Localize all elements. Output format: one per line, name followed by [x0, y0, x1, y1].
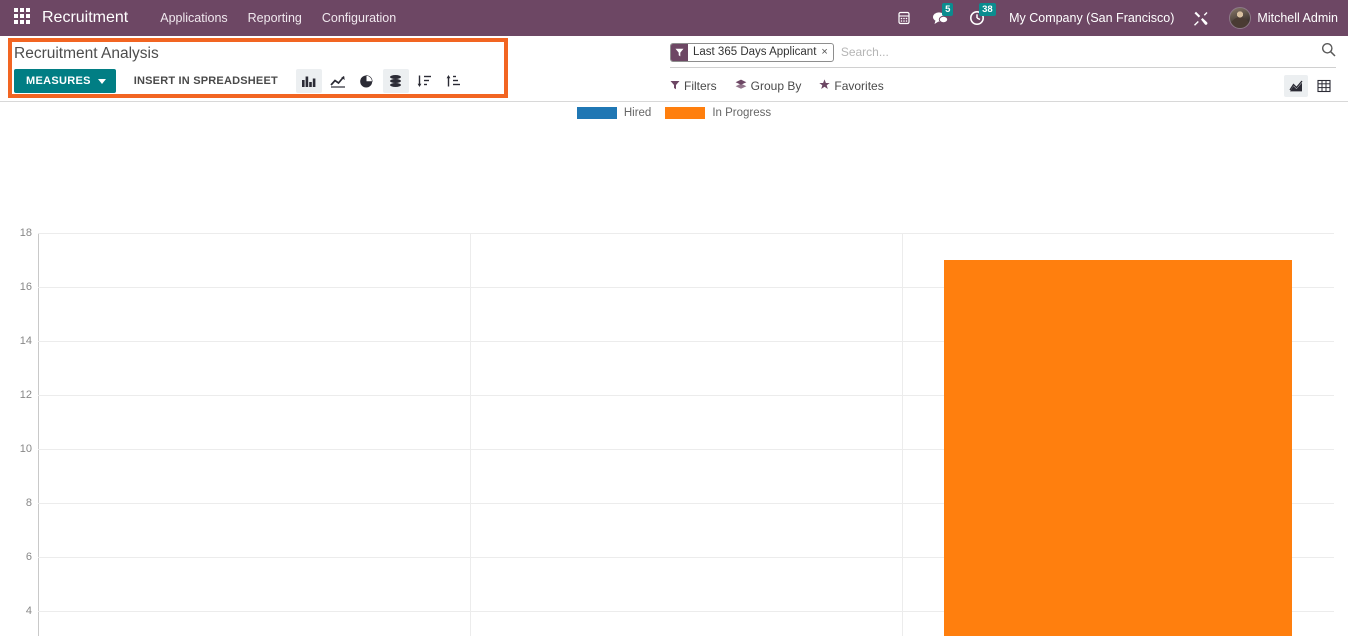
pie-chart-icon[interactable]: [354, 69, 380, 93]
activities-badge: 38: [979, 3, 996, 16]
menu-item-configuration[interactable]: Configuration: [312, 5, 406, 31]
voip-phone-icon[interactable]: [896, 10, 912, 26]
legend-item-hired[interactable]: Hired: [576, 107, 652, 119]
legend-swatch-in-progress: [665, 107, 706, 119]
bar-segment[interactable]: [944, 260, 1292, 636]
y-axis-tick-label: 10: [19, 443, 32, 455]
legend-label-in-progress: In Progress: [712, 107, 772, 119]
filters-label: Filters: [684, 78, 717, 93]
top-navbar: Recruitment Applications Reporting Confi…: [0, 0, 1348, 36]
category-separator: [902, 233, 903, 636]
pivot-view-icon[interactable]: [1312, 75, 1336, 97]
apps-menu-icon[interactable]: [14, 8, 34, 28]
y-axis-tick-label: 14: [19, 335, 32, 347]
legend-item-in-progress[interactable]: In Progress: [665, 107, 771, 119]
chart-type-buttons: [295, 69, 470, 93]
activities-clock-icon[interactable]: 38: [969, 3, 996, 26]
avatar[interactable]: [1229, 7, 1252, 29]
control-panel-left: Recruitment Analysis MEASURES INSERT IN …: [0, 36, 660, 101]
filter-funnel-icon: [671, 43, 688, 61]
graph-view: Hired In Progress 024681012141618 Facebo…: [0, 102, 1348, 636]
filters-row: Filters Group By Favorites: [670, 68, 1336, 97]
y-axis-line: [38, 233, 39, 636]
search-facet[interactable]: Last 365 Days Applicant ×: [670, 42, 834, 62]
search-row: Last 365 Days Applicant ×: [670, 42, 1336, 68]
page-title: Recruitment Analysis: [14, 45, 159, 62]
group-by-dropdown[interactable]: Group By: [735, 78, 802, 93]
search-input[interactable]: [833, 45, 1315, 59]
remove-facet-icon[interactable]: ×: [820, 46, 832, 58]
chart-legend: Hired In Progress: [0, 107, 1348, 119]
favorites-dropdown[interactable]: Favorites: [819, 78, 884, 93]
search-facet-label: Last 365 Days Applicant: [693, 46, 817, 58]
sort-ascending-icon[interactable]: [441, 69, 467, 93]
legend-swatch-hired: [576, 107, 617, 119]
category-separator: [470, 233, 471, 636]
y-axis-tick-label: 18: [19, 227, 32, 239]
control-panel-buttons: MEASURES INSERT IN SPREADSHEET: [14, 69, 660, 93]
developer-tools-icon[interactable]: [1192, 10, 1209, 27]
search-icon[interactable]: [1315, 42, 1336, 62]
measures-button[interactable]: MEASURES: [14, 69, 116, 93]
y-axis-tick-label: 16: [19, 281, 32, 293]
search-panel: Last 365 Days Applicant × Filters Group …: [660, 36, 1348, 101]
y-axis-tick-label: 8: [25, 497, 32, 509]
bar-chart-icon[interactable]: [295, 69, 322, 93]
gridline: [38, 233, 1334, 234]
company-switcher[interactable]: My Company (San Francisco): [1009, 11, 1174, 25]
line-chart-icon[interactable]: [325, 69, 351, 93]
filter-funnel-icon: [670, 79, 680, 93]
stacked-chart-icon[interactable]: [382, 69, 409, 93]
favorites-label: Favorites: [834, 78, 884, 93]
app-brand-recruitment[interactable]: Recruitment: [42, 9, 128, 27]
group-by-label: Group By: [750, 78, 802, 93]
messages-badge: 5: [942, 3, 954, 16]
menu-item-applications[interactable]: Applications: [150, 5, 237, 31]
legend-label-hired: Hired: [623, 107, 652, 119]
control-panel: Recruitment Analysis MEASURES INSERT IN …: [0, 36, 1348, 102]
y-axis-tick-label: 6: [25, 551, 32, 563]
star-icon: [819, 78, 831, 93]
measures-button-label: MEASURES: [26, 75, 91, 87]
y-axis-tick-label: 12: [19, 389, 32, 401]
chevron-down-icon: [97, 78, 106, 84]
layers-icon: [735, 79, 747, 93]
user-menu-label[interactable]: Mitchell Admin: [1257, 11, 1338, 25]
filters-dropdown[interactable]: Filters: [670, 79, 717, 93]
y-axis-tick-label: 4: [25, 605, 32, 617]
insert-in-spreadsheet-button[interactable]: INSERT IN SPREADSHEET: [124, 69, 288, 93]
menu-item-reporting[interactable]: Reporting: [238, 5, 312, 31]
graph-view-icon[interactable]: [1284, 74, 1308, 97]
sort-descending-icon[interactable]: [412, 69, 438, 93]
chart-plot-area: 024681012141618: [20, 227, 1334, 636]
messages-icon[interactable]: 5: [932, 3, 954, 26]
